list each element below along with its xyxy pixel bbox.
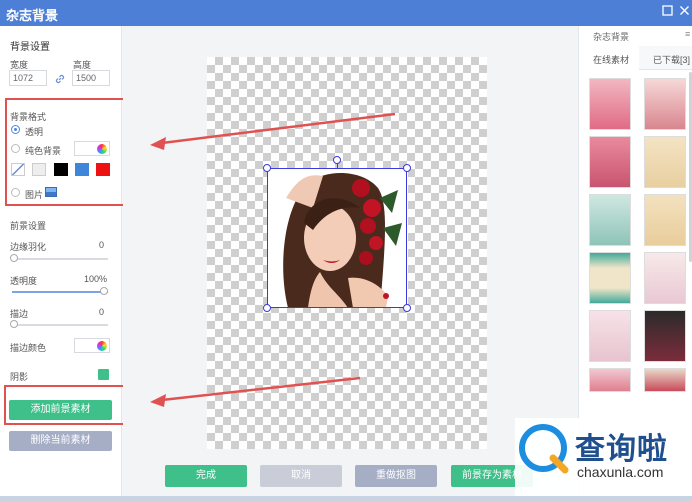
watermark-title: 查询啦 (575, 432, 668, 467)
material-thumb[interactable] (644, 310, 686, 362)
material-thumb[interactable] (644, 136, 686, 188)
editor-window: 杂志背景 背景设置 宽度 高度 1072 1500 背景格式 透明 纯色背景 图… (0, 0, 692, 501)
done-button[interactable]: 完成 (165, 465, 247, 487)
material-thumb[interactable] (589, 252, 631, 304)
material-panel-title: 杂志背景 (593, 32, 630, 42)
material-thumb[interactable] (644, 252, 686, 304)
collapse-icon[interactable]: ≡ (685, 29, 690, 39)
cancel-button[interactable]: 取消 (260, 465, 342, 487)
material-thumb[interactable] (644, 194, 686, 246)
material-thumb[interactable] (589, 136, 631, 188)
watermark-url: chaxunla.com (577, 464, 664, 480)
material-thumb[interactable] (644, 78, 686, 130)
watermark-logo-icon (519, 424, 569, 474)
tab-online-label: 在线素材 (593, 55, 630, 65)
tab-online[interactable]: 在线素材 (579, 46, 639, 70)
taskbar-edge (0, 496, 692, 501)
watermark: 查询啦 chaxunla.com (515, 418, 692, 500)
material-thumb[interactable] (589, 194, 631, 246)
material-thumb[interactable] (589, 78, 631, 130)
material-thumb[interactable] (589, 310, 631, 362)
material-thumb[interactable] (644, 368, 686, 392)
tab-downloaded[interactable]: 已下载[3] (639, 46, 692, 70)
tab-downloaded-label: 已下载[3] (653, 55, 691, 65)
material-thumb[interactable] (589, 368, 631, 392)
recut-button[interactable]: 重做抠图 (355, 465, 437, 487)
